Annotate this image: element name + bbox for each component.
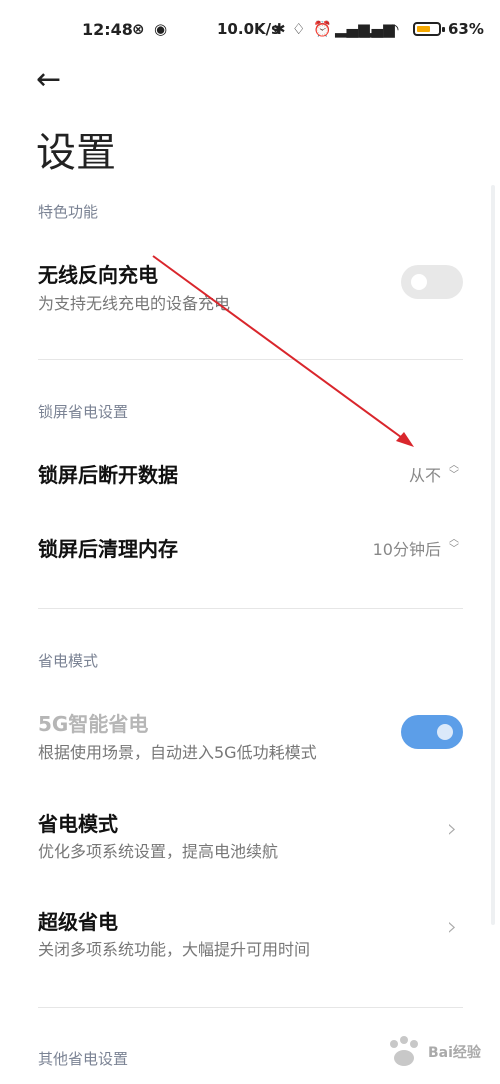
clean-memory-title[interactable]: 锁屏后清理内存 <box>38 533 178 562</box>
5g-smart-saving-toggle[interactable] <box>401 715 463 749</box>
up-down-chevron-icon: ︿ ﹀ <box>449 534 459 555</box>
clean-memory-value[interactable]: 10分钟后 <box>373 536 441 560</box>
sync-icon: ⊗ <box>132 20 145 38</box>
section-header-other: 其他省电设置 <box>38 1050 129 1068</box>
wireless-reverse-charge-title[interactable]: 无线反向充电 <box>38 259 158 288</box>
power-saving-mode-subtitle: 优化多项系统设置，提高电池续航 <box>38 842 279 861</box>
5g-smart-saving-subtitle: 根据使用场景，自动进入5G低功耗模式 <box>38 743 317 762</box>
chevron-right-icon[interactable]: › <box>447 912 457 942</box>
wifi-icon: ◠ <box>387 20 399 38</box>
status-bar: 12:48 ⊗ ◉ 10.0K/s ✱ ♢ ⏰ ▂▄▆ ▂▄▆ ◠ 63% <box>0 0 500 60</box>
wireless-reverse-charge-toggle[interactable] <box>401 265 463 299</box>
divider <box>38 359 463 360</box>
page-title: 设置 <box>36 130 116 176</box>
ultra-power-saving-title[interactable]: 超级省电 <box>38 906 118 935</box>
divider <box>38 1007 463 1008</box>
baidu-watermark: Bai经验 <box>382 1030 492 1074</box>
alarm-icon: ⏰ <box>313 20 332 38</box>
watermark-text: Bai经验 <box>428 1045 481 1061</box>
scrollbar[interactable] <box>491 185 495 925</box>
bell-off-icon: ♢ <box>292 20 306 38</box>
status-time: 12:48 <box>82 20 133 39</box>
wireless-reverse-charge-subtitle: 为支持无线充电的设备充电 <box>38 294 231 313</box>
power-saving-mode-title[interactable]: 省电模式 <box>38 808 118 837</box>
chevron-right-icon[interactable]: › <box>447 814 457 844</box>
battery-icon <box>413 22 445 36</box>
network-speed: 10.0K/s <box>217 20 281 38</box>
globe-icon: ◉ <box>154 20 168 38</box>
5g-smart-saving-title: 5G智能省电 <box>38 712 149 736</box>
up-down-chevron-icon: ︿ ﹀ <box>449 460 459 481</box>
bluetooth-icon: ✱ <box>273 20 286 38</box>
ultra-power-saving-subtitle: 关闭多项系统功能，大幅提升可用时间 <box>38 940 311 959</box>
section-header-lock-screen: 锁屏省电设置 <box>38 403 129 421</box>
section-header-featured: 特色功能 <box>38 203 99 221</box>
paw-logo-icon <box>390 1036 418 1066</box>
disconnect-data-value[interactable]: 从不 <box>409 462 441 486</box>
divider <box>38 608 463 609</box>
disconnect-data-title[interactable]: 锁屏后断开数据 <box>38 459 178 488</box>
section-header-power-mode: 省电模式 <box>38 652 99 670</box>
back-arrow-icon[interactable]: ← <box>36 62 61 97</box>
battery-percentage: 63% <box>448 20 484 38</box>
